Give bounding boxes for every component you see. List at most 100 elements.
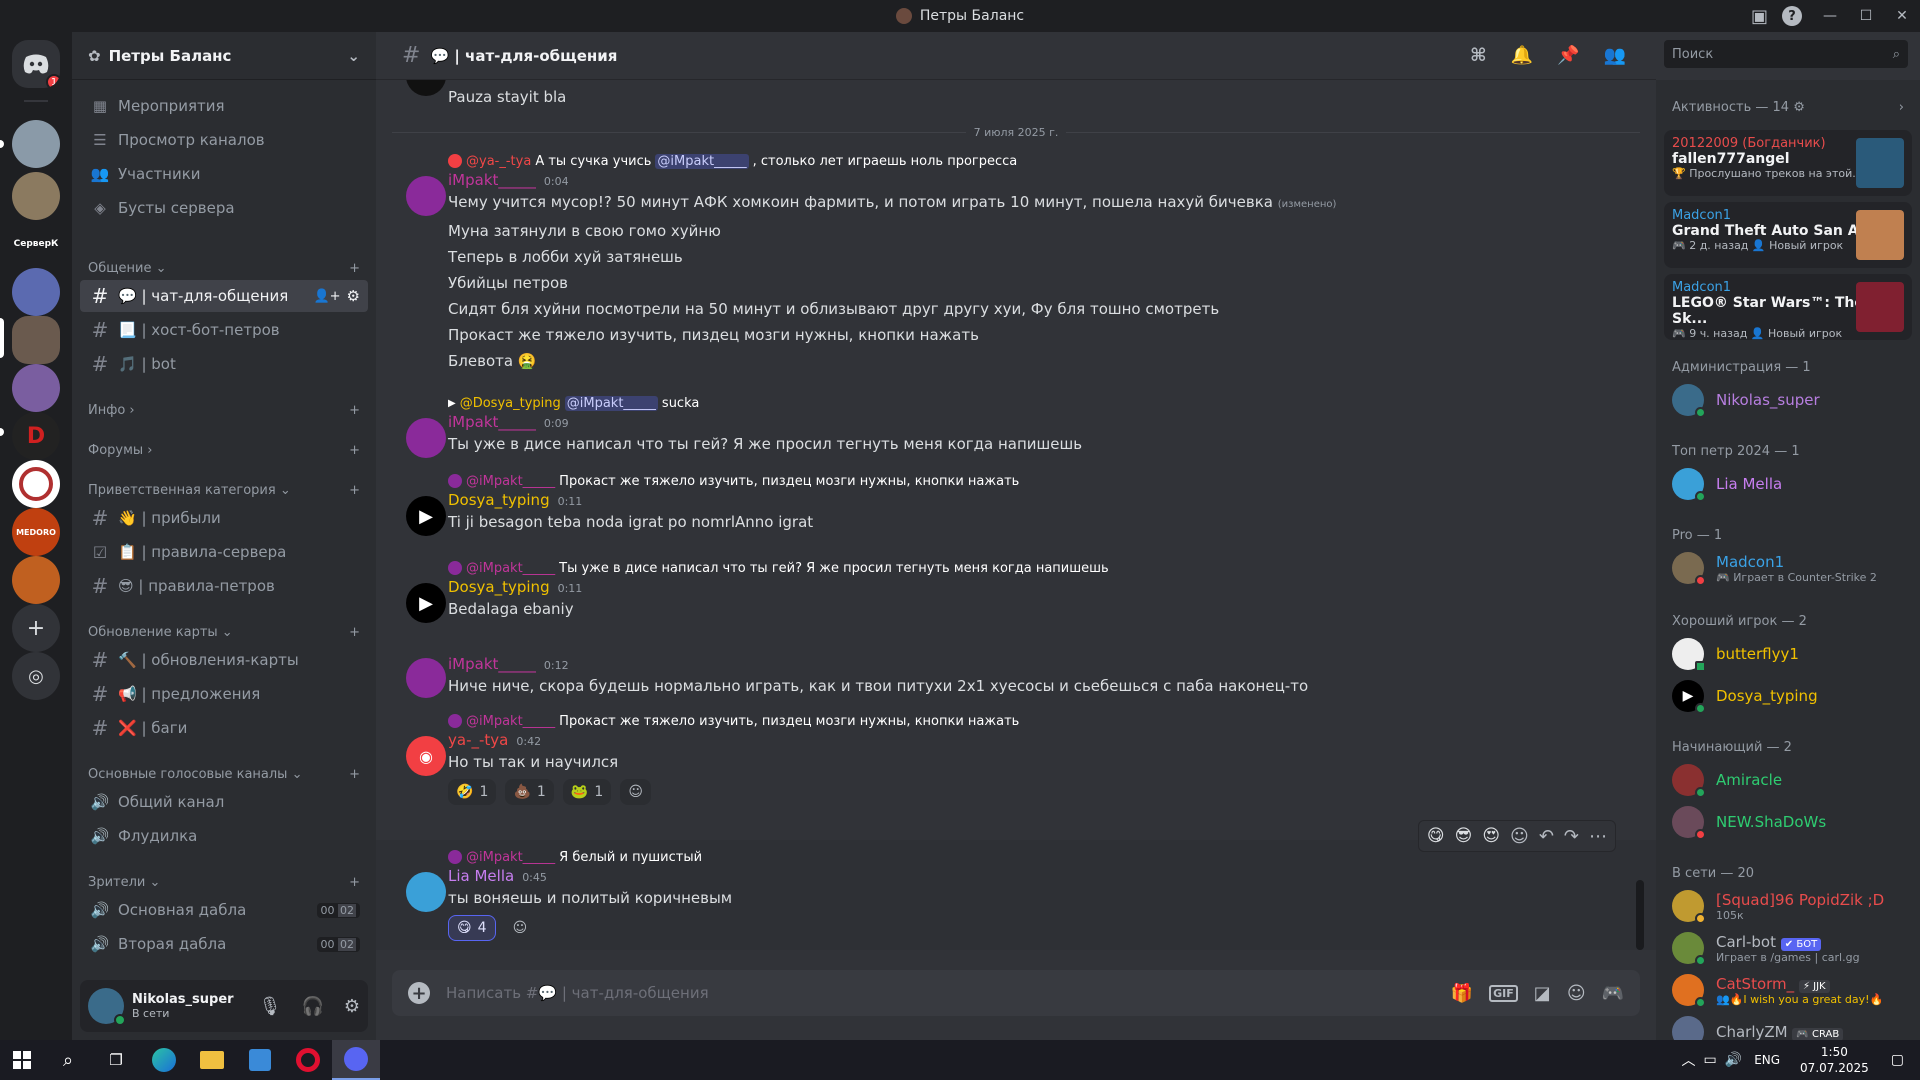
server-icon[interactable] <box>12 556 60 604</box>
username[interactable]: ya-_-tya <box>448 731 508 749</box>
help-icon[interactable]: ? <box>1782 6 1802 26</box>
channel-host-bot[interactable]: # 📃 | хост-бот-петров <box>80 314 368 346</box>
server-icon[interactable]: MEDORO <box>12 508 60 556</box>
threads-icon[interactable]: ⌘ <box>1470 45 1487 66</box>
avatar[interactable] <box>406 872 446 912</box>
category-general[interactable]: Общение ⌄ + <box>88 258 360 278</box>
username[interactable]: Dosya_typing <box>448 578 550 596</box>
start-button[interactable] <box>0 1040 44 1080</box>
settings-gear-icon[interactable]: ⚙ <box>344 996 360 1017</box>
server-icon[interactable]: СерверК <box>12 220 60 268</box>
emoji-icon[interactable]: ☺ <box>1567 983 1586 1004</box>
channel-offers[interactable]: # 📢 | предложения <box>80 678 368 710</box>
quick-reaction[interactable]: 😍 <box>1482 826 1500 846</box>
add-server-button[interactable]: + <box>12 604 60 652</box>
channel-map-updates[interactable]: # 🔨 | обновления-карты <box>80 644 368 676</box>
add-channel-icon[interactable]: + <box>349 403 360 418</box>
reaction[interactable]: 💩 1 <box>505 779 554 805</box>
member-item[interactable]: Madcon1 🎮 Играет в Counter-Strike 2 <box>1672 547 1912 589</box>
voice-channel-general[interactable]: 🔊 Общий канал <box>80 786 368 818</box>
headphones-icon[interactable]: 🎧 <box>301 996 323 1017</box>
username[interactable]: iMpakt_____ <box>448 655 536 673</box>
member-item[interactable]: CharlyZM 🎮 CRAB <box>1672 1011 1912 1040</box>
language-indicator[interactable]: ENG <box>1754 1053 1780 1067</box>
file-explorer-icon[interactable] <box>188 1040 236 1080</box>
member-item[interactable]: CatStorm_ ⚡ JJK 👥🔥I wish you a great day!… <box>1672 969 1912 1011</box>
volume-icon[interactable]: 🔊 <box>1725 1052 1742 1068</box>
network-icon[interactable]: ▭ <box>1704 1052 1717 1068</box>
gear-icon[interactable]: ⚙ <box>347 287 360 305</box>
avatar[interactable]: ▶ <box>406 583 446 623</box>
add-channel-icon[interactable]: + <box>349 875 360 890</box>
reply-preview[interactable]: @ya-_-tya А ты сучка учись @iMpakt_____ … <box>448 152 1640 170</box>
edge-icon[interactable] <box>140 1040 188 1080</box>
chevron-right-icon[interactable]: › <box>1899 100 1904 115</box>
activity-card[interactable]: Madcon1 LEGO® Star Wars™: The Sk... 🎮 9 … <box>1664 274 1912 340</box>
avatar[interactable] <box>406 176 446 216</box>
sticker-icon[interactable]: ◪ <box>1534 983 1551 1004</box>
add-channel-icon[interactable]: + <box>349 483 360 498</box>
minimize-button[interactable]: — <box>1812 0 1848 32</box>
username[interactable]: Dosya_typing <box>448 491 550 509</box>
attach-icon[interactable]: + <box>408 982 430 1004</box>
channel-bot[interactable]: # 🎵 | bot <box>80 348 368 380</box>
reply-preview[interactable]: @iMpakt_____ Прокаст же тяжело изучить, … <box>448 712 1640 730</box>
reply-preview[interactable]: @iMpakt_____ Прокаст же тяжело изучить, … <box>448 472 1640 490</box>
avatar[interactable] <box>406 80 446 96</box>
avatar[interactable] <box>88 988 126 1026</box>
server-icon[interactable] <box>12 120 60 168</box>
members-link[interactable]: 👥 Участники <box>80 158 368 190</box>
chevron-up-icon[interactable]: ︿ <box>1682 1050 1696 1070</box>
channel-arrived[interactable]: # 👋 | прибыли <box>80 502 368 534</box>
add-reaction-button[interactable]: ☺ <box>620 779 651 805</box>
message-input[interactable]: Написать #💬 | чат-для-общения <box>446 984 1435 1002</box>
store-icon[interactable] <box>236 1040 284 1080</box>
discord-taskbar-icon[interactable] <box>332 1040 380 1080</box>
avatar[interactable]: ◉ <box>406 736 446 776</box>
server-icon[interactable] <box>12 364 60 412</box>
notifications-icon[interactable]: ▢ <box>1891 1052 1904 1068</box>
reply-preview[interactable]: @iMpakt_____ Ты уже в дисе написал что т… <box>448 559 1640 577</box>
gift-icon[interactable]: 🎁 <box>1451 983 1473 1004</box>
close-button[interactable]: ✕ <box>1884 0 1920 32</box>
opera-icon[interactable] <box>284 1040 332 1080</box>
quick-reaction[interactable]: 😎 <box>1455 826 1473 846</box>
category-info[interactable]: Инфо › + <box>88 400 360 420</box>
maximize-button[interactable]: ☐ <box>1848 0 1884 32</box>
reply-preview[interactable]: ▶ @Dosya_typing @iMpakt_____ sucka <box>448 394 1640 412</box>
member-list-icon[interactable]: 👥 <box>1604 45 1626 66</box>
invite-icon[interactable]: 👤+ <box>313 289 340 304</box>
category-welcome[interactable]: Приветственная категория ⌄ + <box>88 480 360 500</box>
voice-channel-main-double[interactable]: 🔊 Основная дабла 00 02 <box>80 894 368 926</box>
reaction[interactable]: 🐸 1 <box>562 779 612 805</box>
events-link[interactable]: ▦ Мероприятия <box>80 90 368 122</box>
avatar[interactable] <box>406 658 446 698</box>
category-voice[interactable]: Основные голосовые каналы ⌄ + <box>88 764 360 784</box>
category-map-updates[interactable]: Обновление карты ⌄ + <box>88 622 360 642</box>
quick-reaction[interactable]: 😋 <box>1427 826 1445 846</box>
gif-icon[interactable]: GIF <box>1489 984 1518 1002</box>
add-reaction-icon[interactable]: ☺ <box>1510 826 1529 847</box>
avatar[interactable]: ▶ <box>406 496 446 536</box>
add-channel-icon[interactable]: + <box>349 443 360 458</box>
activity-card[interactable]: Madcon1 Grand Theft Auto San Andr... 🎮 2… <box>1664 202 1912 268</box>
server-icon[interactable] <box>12 268 60 316</box>
microphone-icon[interactable]: 🎙 <box>259 996 282 1017</box>
add-channel-icon[interactable]: + <box>349 767 360 782</box>
server-icon-current[interactable] <box>12 316 60 364</box>
member-item[interactable]: butterflyy1 <box>1672 633 1912 675</box>
category-forums[interactable]: Форумы › + <box>88 440 360 460</box>
server-icon[interactable] <box>12 460 60 508</box>
channel-chat[interactable]: # 💬 | чат-для-общения 👤+ ⚙ <box>80 280 368 312</box>
category-spectators[interactable]: Зрители ⌄ + <box>88 872 360 892</box>
activity-card[interactable]: 20122009 (Богданчик) fallen777angel 🏆 Пр… <box>1664 130 1912 196</box>
add-channel-icon[interactable]: + <box>349 261 360 276</box>
apps-icon[interactable]: 🎮 <box>1602 983 1624 1004</box>
task-view-icon[interactable]: ❐ <box>92 1040 140 1080</box>
channel-bugs[interactable]: # ❌ | баги <box>80 712 368 744</box>
reaction[interactable]: 😋 4 <box>448 915 496 941</box>
forward-icon[interactable]: ↷ <box>1564 826 1579 847</box>
reply-preview[interactable]: @iMpakt_____ Я белый и пушистый <box>448 848 1640 866</box>
search-icon[interactable]: ⌕ <box>44 1040 92 1080</box>
username[interactable]: iMpakt_____ <box>448 171 536 189</box>
